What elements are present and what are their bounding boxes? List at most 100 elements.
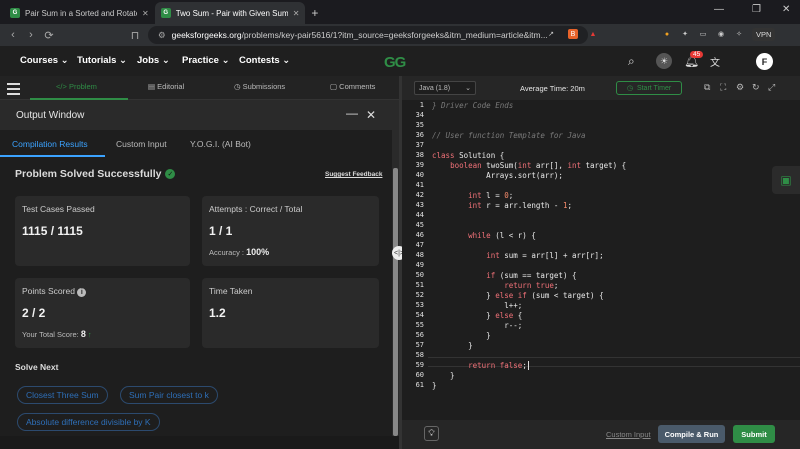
code-line[interactable]: int r = arr.length - 1; (432, 201, 572, 210)
translate-icon[interactable]: 文 (710, 54, 720, 69)
suggestion-chip[interactable]: Sum Pair closest to k (120, 386, 218, 404)
output-scrollbar[interactable] (392, 100, 399, 436)
code-line[interactable]: } (432, 381, 437, 390)
code-line[interactable]: } (432, 371, 455, 380)
theme-toggle-icon[interactable]: ☀ (656, 53, 672, 69)
tab-editorial[interactable]: ▤ Editorial (148, 82, 184, 91)
code-line[interactable]: } else if (sum < target) { (432, 291, 603, 300)
nav-tutorials[interactable]: Tutorials ⌄ (77, 55, 127, 66)
line-number: 59 (415, 361, 424, 369)
card-label: Attempts : Correct / Total (209, 204, 303, 214)
tab-label: Editorial (157, 82, 185, 91)
minimize-icon[interactable]: — (346, 106, 358, 120)
rewards-icon[interactable]: ▲ (588, 29, 598, 39)
code-line[interactable]: return false; (432, 361, 527, 370)
code-line[interactable]: int sum = arr[l] + arr[r]; (432, 251, 603, 260)
code-line[interactable]: int l = 0; (432, 191, 513, 200)
brave-shield-icon[interactable]: B (568, 29, 578, 39)
bookmark-icon[interactable]: ⊓ (126, 29, 144, 42)
code-line[interactable]: } Driver Code Ends (432, 101, 513, 110)
code-line[interactable]: return true; (432, 281, 558, 290)
line-number: 40 (415, 171, 424, 179)
close-window-icon[interactable]: ✕ (782, 4, 790, 15)
minimize-icon[interactable]: — (714, 4, 724, 15)
line-number: 61 (415, 381, 424, 389)
settings-icon[interactable]: ⚙ (736, 82, 744, 93)
line-number: 37 (415, 141, 424, 149)
nav-jobs[interactable]: Jobs ⌄ (137, 55, 170, 66)
lightbulb-icon[interactable]: 💡︎ (424, 426, 439, 441)
start-timer-button[interactable]: ◷ Start Timer (616, 81, 682, 95)
profile-icon[interactable]: ◉ (716, 29, 726, 39)
suggestion-chip[interactable]: Absolute difference divisible by K (17, 413, 160, 431)
expand-icon[interactable]: ⤢ (768, 82, 775, 93)
tab-comments[interactable]: ▢ Comments (330, 82, 375, 91)
nav-contests[interactable]: Contests ⌄ (239, 55, 290, 66)
tab-problem[interactable]: </> Problem (56, 82, 97, 91)
tab-submissions[interactable]: ◷ Submissions (234, 82, 285, 91)
tab-label: Problem (68, 82, 97, 91)
close-icon[interactable]: ✕ (366, 108, 376, 122)
menu-icon[interactable] (7, 83, 20, 98)
forward-icon[interactable]: › (22, 29, 40, 41)
nav-label: Jobs (137, 55, 160, 66)
search-icon[interactable]: ⌕ (628, 54, 635, 69)
language-select[interactable]: Java (1.8) ⌄ (414, 81, 476, 95)
maximize-icon[interactable]: ❐ (752, 4, 761, 15)
code-line[interactable]: } else { (432, 311, 522, 320)
url-field[interactable]: ⚙ geeksforgeeks.org /problems/key-pair56… (148, 26, 588, 44)
copy-icon[interactable]: ⧉ (704, 82, 710, 93)
code-line[interactable]: } (432, 331, 491, 340)
output-window-header: Output Window — ✕ (0, 100, 392, 130)
line-number: 54 (415, 311, 424, 319)
tab-compilation-results[interactable]: Compilation Results (12, 139, 88, 149)
code-editor[interactable]: 1 34 35 36 37 38 39 40 41 42 43 44 45 46 47 48 49 50 51 52 5… (402, 100, 800, 420)
reset-icon[interactable]: ↻ (752, 82, 760, 93)
gfg-logo[interactable]: GG (384, 54, 406, 71)
new-tab-icon[interactable]: + (311, 6, 318, 20)
code-line[interactable]: Arrays.sort(arr); (432, 171, 563, 180)
browser-tab-title: Pair Sum in a Sorted and Rotated A (25, 8, 137, 18)
sidebar-icon[interactable]: ▭ (698, 29, 708, 39)
code-line[interactable]: while (l < r) { (432, 231, 536, 240)
code-line[interactable]: class Solution { (432, 151, 504, 160)
code-line[interactable]: if (sum == target) { (432, 271, 576, 280)
line-number: 57 (415, 341, 424, 349)
browser-tab[interactable]: G Pair Sum in a Sorted and Rotated A ✕ (4, 2, 155, 24)
scrollbar-thumb[interactable] (393, 168, 398, 436)
compile-run-button[interactable]: Compile & Run (658, 425, 725, 443)
nav-courses[interactable]: Courses ⌄ (20, 55, 69, 66)
vpn-button[interactable]: VPN (752, 28, 776, 41)
custom-input-link[interactable]: Custom Input (606, 430, 651, 439)
submit-button[interactable]: Submit (733, 425, 775, 443)
wallet-icon[interactable]: ● (662, 29, 672, 39)
reload-icon[interactable]: ⟳ (40, 29, 58, 42)
back-icon[interactable]: ‹ (4, 29, 22, 41)
leo-icon[interactable]: ✧ (734, 29, 744, 39)
close-icon[interactable]: ✕ (293, 9, 300, 18)
close-icon[interactable]: ✕ (142, 9, 149, 18)
code-line[interactable]: r--; (432, 321, 522, 330)
status-text: Problem Solved Successfully (15, 168, 162, 180)
line-number: 41 (415, 181, 424, 189)
tab-yogi-bot[interactable]: Y.O.G.I. (AI Bot) (190, 139, 251, 149)
site-info-icon[interactable]: ⚙ (158, 30, 166, 41)
tab-custom-input[interactable]: Custom Input (116, 139, 167, 149)
code-line[interactable]: } (432, 341, 473, 350)
suggest-feedback-link[interactable]: Suggest Feedback (325, 171, 382, 178)
info-icon[interactable]: i (77, 288, 87, 297)
code-line[interactable]: l++; (432, 301, 522, 310)
attempts-card: Attempts : Correct / Total 1 / 1 Accurac… (202, 196, 379, 266)
browser-tab-active[interactable]: G Two Sum - Pair with Given Sum ✕ (154, 2, 306, 24)
suggestion-chip[interactable]: Closest Three Sum (17, 386, 108, 404)
time-card: Time Taken 1.2 (202, 278, 379, 348)
avatar[interactable]: F (756, 53, 773, 70)
code-line[interactable]: boolean twoSum(int arr[], int target) { (432, 161, 626, 170)
fullscreen-icon[interactable]: ⛶ (720, 82, 726, 93)
code-line[interactable]: // User function Template for Java (432, 131, 586, 140)
share-icon[interactable]: ↗ (546, 29, 556, 39)
chat-icon[interactable]: ▣ (772, 166, 800, 194)
nav-practice[interactable]: Practice ⌄ (182, 55, 230, 66)
line-number: 50 (415, 271, 424, 279)
extensions-icon[interactable]: ✦ (680, 29, 690, 39)
